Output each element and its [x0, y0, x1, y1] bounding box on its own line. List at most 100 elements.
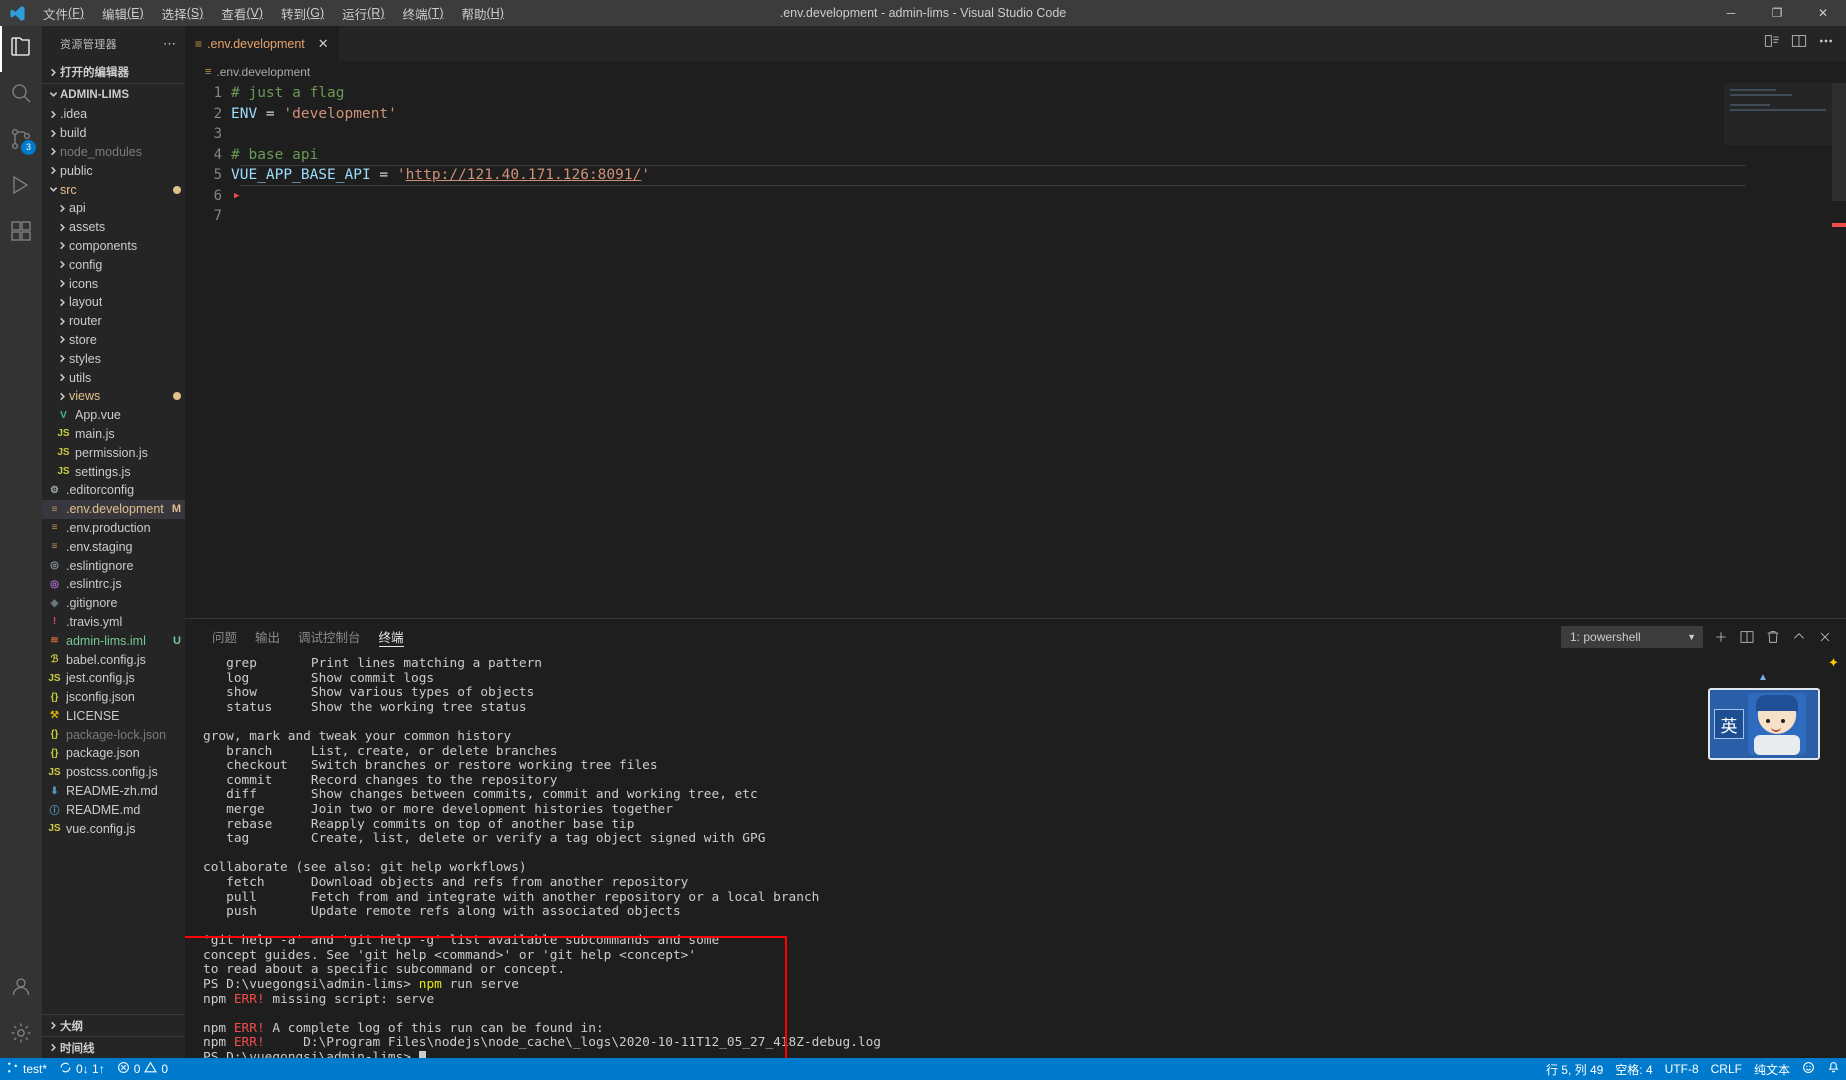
panel-actions[interactable]: 1: powershell ▼ [1561, 625, 1846, 648]
tab-debug-console[interactable]: 调试控制台 [289, 619, 370, 654]
close-button[interactable]: ✕ [1800, 0, 1846, 26]
tab-output[interactable]: 输出 [246, 619, 289, 654]
editor-scrollbar-thumb[interactable] [1832, 83, 1846, 201]
code-line[interactable]: 1 # just a flag [185, 83, 1846, 104]
tree-folder-row[interactable]: config [42, 255, 185, 274]
section-open-editors[interactable]: 打开的编辑器 [42, 61, 185, 83]
menu-item-goto[interactable]: 转到 (G) [272, 0, 333, 26]
tree-file-row[interactable]: ≡ .env.staging [42, 537, 185, 556]
tree-file-row[interactable]: ◎ .eslintignore [42, 556, 185, 575]
activity-item-source-control[interactable]: 3 [0, 118, 42, 164]
menu-item-view[interactable]: 查看 (V) [212, 0, 272, 26]
tab-terminal[interactable]: 终端 [370, 619, 413, 654]
tree-file-row[interactable]: ◎ .eslintrc.js [42, 575, 185, 594]
kill-terminal-icon[interactable] [1765, 629, 1781, 645]
tree-folder-row[interactable]: build [42, 124, 185, 143]
activity-item-accounts[interactable] [0, 966, 42, 1012]
status-cursor-position[interactable]: 行 5, 列 49 [1540, 1058, 1609, 1080]
status-encoding[interactable]: UTF-8 [1659, 1058, 1705, 1080]
menu-item-run[interactable]: 运行 (R) [333, 0, 393, 26]
minimize-button[interactable]: ─ [1708, 0, 1754, 26]
status-feedback[interactable] [1796, 1058, 1821, 1080]
close-panel-icon[interactable] [1817, 629, 1833, 645]
tree-folder-row[interactable]: api [42, 199, 185, 218]
tree-file-row[interactable]: JS jest.config.js [42, 669, 185, 688]
terminal-selector[interactable]: 1: powershell ▼ [1561, 625, 1703, 648]
terminal-output[interactable]: grep Print lines matching a pattern log … [185, 654, 1846, 1058]
tree-file-row[interactable]: ≡ .env.production [42, 519, 185, 538]
split-terminal-icon[interactable] [1739, 629, 1755, 645]
code-line[interactable]: 5 VUE_APP_BASE_API = 'http://121.40.171.1… [185, 165, 1846, 186]
tree-file-row[interactable]: ℬbabel.config.js [42, 650, 185, 669]
tab-env-development[interactable]: ≡ .env.development ✕ [185, 26, 340, 61]
status-sync[interactable]: 0↓ 1↑ [53, 1058, 111, 1080]
tree-folder-row[interactable]: components [42, 237, 185, 256]
code-line[interactable]: 4 # base api [185, 145, 1846, 166]
section-timeline[interactable]: 时间线 [42, 1036, 185, 1058]
tab-problems[interactable]: 问题 [203, 619, 246, 654]
code-line[interactable]: 2 ENV = 'development' [185, 104, 1846, 125]
activity-item-settings[interactable] [0, 1012, 42, 1058]
section-project-root[interactable]: ADMIN-LIMS [42, 83, 185, 105]
tree-file-row[interactable]: ≋ admin-lims.iml U [42, 631, 185, 650]
tree-file-row[interactable]: {} jsconfig.json [42, 688, 185, 707]
code-area[interactable]: 1 # just a flag 2 ENV = 'development' 3 4 # ba… [185, 83, 1846, 618]
code-line[interactable]: 7 [185, 206, 1846, 227]
menu-item-file[interactable]: 文件 (F) [34, 0, 93, 26]
tree-folder-row[interactable]: src [42, 180, 185, 199]
menu-item-help[interactable]: 帮助 (H) [452, 0, 512, 26]
tree-file-row[interactable]: JS postcss.config.js [42, 763, 185, 782]
breadcrumb[interactable]: ≡ .env.development [185, 61, 1846, 83]
tree-file-row[interactable]: ◈ .gitignore [42, 594, 185, 613]
menu-item-terminal[interactable]: 终端 (T) [394, 0, 453, 26]
activity-item-explorer[interactable] [0, 26, 42, 72]
activity-item-run-debug[interactable] [0, 164, 42, 210]
tree-folder-row[interactable]: node_modules [42, 143, 185, 162]
tree-file-row[interactable]: ⓘ README.md [42, 800, 185, 819]
tree-folder-row[interactable]: public [42, 161, 185, 180]
editor-body[interactable]: 1 # just a flag 2 ENV = 'development' 3 4 # ba… [185, 83, 1846, 618]
code-line[interactable]: 3 [185, 124, 1846, 145]
tree-file-row[interactable]: JS main.js [42, 425, 185, 444]
more-actions-icon[interactable] [1818, 33, 1834, 54]
tree-folder-row[interactable]: router [42, 312, 185, 331]
ime-language-badge[interactable]: 英 [1714, 709, 1744, 739]
menu-item-select[interactable]: 选择 (S) [153, 0, 213, 26]
tree-file-row[interactable]: JS settings.js [42, 462, 185, 481]
status-notifications[interactable] [1821, 1058, 1846, 1080]
window-controls[interactable]: ─ ❐ ✕ [1708, 0, 1846, 26]
file-tree[interactable]: .idea build node_modules public src api assets… [42, 105, 185, 1014]
tree-folder-row[interactable]: icons [42, 274, 185, 293]
tab-close-icon[interactable]: ✕ [318, 36, 329, 52]
menu-bar[interactable]: 文件 (F) 编辑 (E) 选择 (S) 查看 (V) 转到 (G) 运行 (R) 终端 (T… [34, 0, 513, 26]
tree-folder-row[interactable]: styles [42, 349, 185, 368]
tree-file-row[interactable]: {} package-lock.json [42, 725, 185, 744]
tree-file-row[interactable]: ! .travis.yml [42, 613, 185, 632]
status-indentation[interactable]: 空格: 4 [1609, 1058, 1658, 1080]
code-line[interactable]: 6 [185, 186, 1846, 207]
status-problems[interactable]: 0 0 [111, 1058, 174, 1080]
tree-file-row[interactable]: {} package.json [42, 744, 185, 763]
more-actions-icon[interactable]: ⋯ [163, 36, 177, 52]
tree-folder-row[interactable]: layout [42, 293, 185, 312]
tree-file-row[interactable]: JS vue.config.js [42, 819, 185, 838]
tree-folder-row[interactable]: .idea [42, 105, 185, 124]
split-editor-icon[interactable] [1791, 33, 1807, 54]
tree-folder-row[interactable]: assets [42, 218, 185, 237]
editor-actions[interactable] [1752, 26, 1846, 61]
tree-file-row[interactable]: ⬇ README-zh.md [42, 782, 185, 801]
tree-file-row[interactable]: ≡ .env.development M [42, 499, 185, 519]
menu-item-edit[interactable]: 编辑 (E) [93, 0, 153, 26]
tree-folder-row[interactable]: store [42, 331, 185, 350]
new-terminal-icon[interactable] [1713, 629, 1729, 645]
tree-file-row[interactable]: ⚙ .editorconfig [42, 481, 185, 500]
activity-item-search[interactable] [0, 72, 42, 118]
maximize-panel-icon[interactable] [1791, 629, 1807, 645]
tree-file-row[interactable]: ⚒ LICENSE [42, 707, 185, 726]
fold-arrow-icon[interactable]: ▶ [234, 191, 239, 201]
status-language-mode[interactable]: 纯文本 [1748, 1058, 1796, 1080]
tree-file-row[interactable]: V App.vue [42, 406, 185, 425]
activity-bar[interactable]: 3 [0, 26, 42, 1058]
activity-item-extensions[interactable] [0, 210, 42, 256]
status-eol[interactable]: CRLF [1705, 1058, 1748, 1080]
